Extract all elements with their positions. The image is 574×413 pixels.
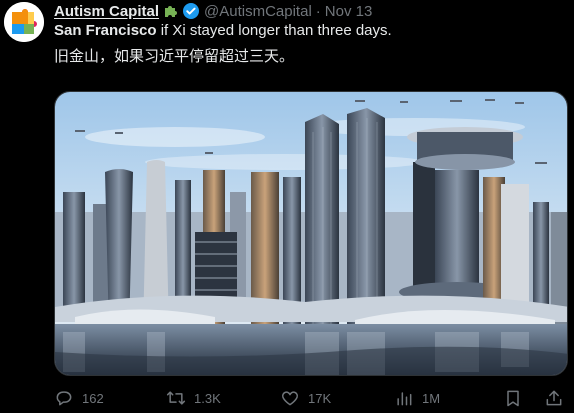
tweet-text-line-1: San Francisco if Xi stayed longer than t… [54, 21, 392, 41]
share-icon [546, 390, 562, 406]
timestamp[interactable]: Nov 13 [325, 3, 373, 20]
like-count: 17K [308, 390, 332, 406]
author-handle[interactable]: @AutismCapital [204, 3, 312, 20]
separator-dot: · [315, 2, 321, 20]
puzzle-avatar-image [4, 2, 44, 42]
bookmark-icon [507, 390, 519, 407]
tweet-action-bar: 162 1.3K 17K 1M [54, 386, 568, 410]
retweet-icon [166, 391, 186, 405]
views-button[interactable]: 1M [394, 388, 440, 408]
views-chart-icon [397, 392, 412, 406]
retweet-count: 1.3K [194, 390, 221, 406]
bookmark-button[interactable] [503, 388, 523, 408]
reply-icon [56, 391, 72, 406]
retweet-button[interactable]: 1.3K [166, 388, 221, 408]
reply-count: 162 [82, 390, 104, 406]
tweet-text-line-2: 旧金山，如果习近平停留超过三天。 [54, 48, 295, 65]
futuristic-city-image [55, 92, 567, 375]
like-button[interactable]: 17K [280, 388, 331, 408]
views-count: 1M [422, 390, 441, 406]
author-name[interactable]: Autism Capital [54, 3, 159, 20]
puzzle-piece-icon [163, 3, 179, 19]
share-button[interactable] [544, 388, 564, 408]
tweet-header: Autism Capital @AutismCapital · Nov 13 [54, 1, 372, 21]
heart-icon [281, 391, 299, 406]
avatar[interactable] [4, 2, 44, 42]
verified-badge-icon [182, 2, 200, 20]
reply-button[interactable]: 162 [54, 388, 104, 408]
tweet-media-image[interactable] [54, 91, 568, 376]
tweet-text-bold: San Francisco [54, 22, 157, 39]
tweet-text-rest: if Xi stayed longer than three days. [156, 22, 392, 39]
